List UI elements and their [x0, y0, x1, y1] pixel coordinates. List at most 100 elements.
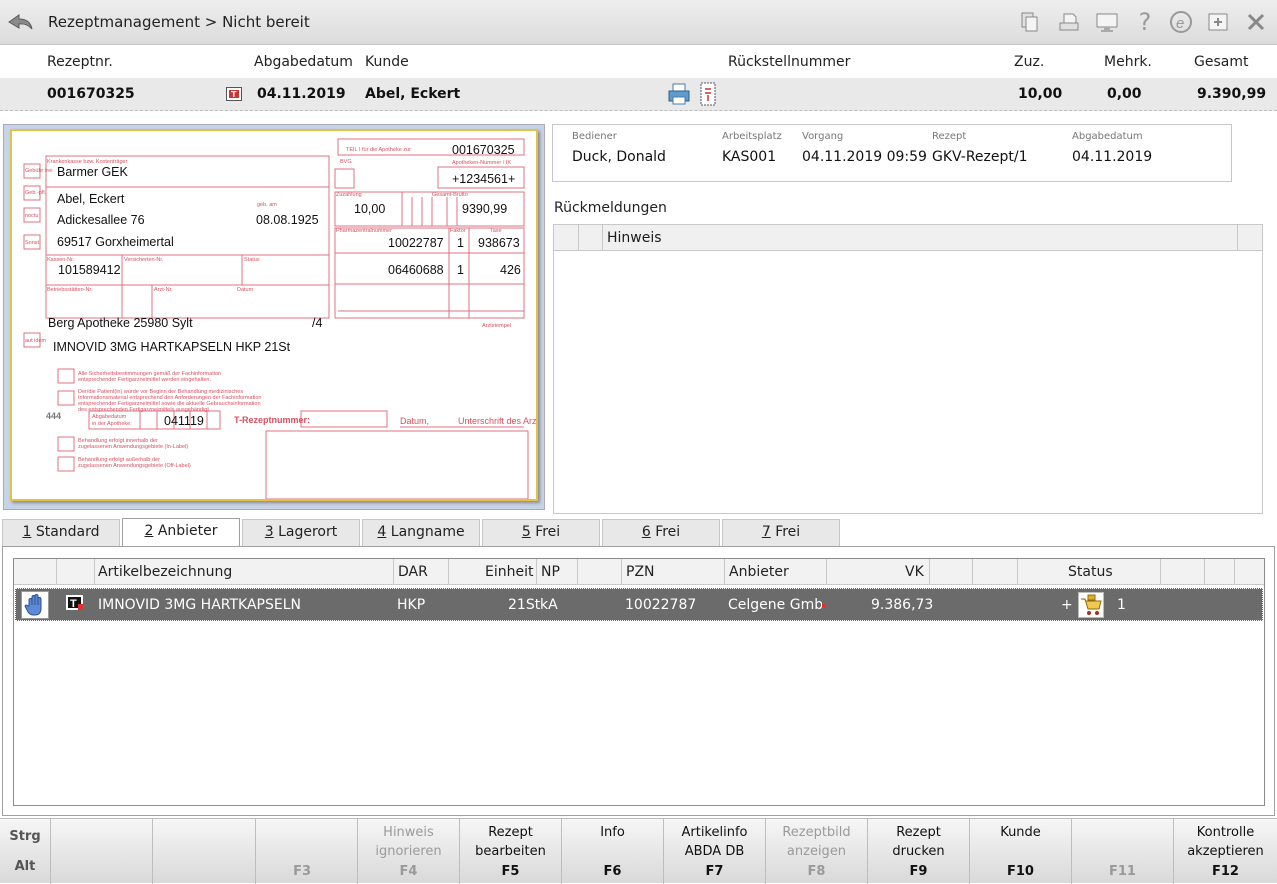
tab-frei-7[interactable]: 7 Frei: [722, 519, 840, 546]
value-abgabedatum: 04.11.2019: [257, 86, 346, 102]
fkey-f3[interactable]: F3: [255, 819, 357, 884]
function-key-bar: Strg Alt F3 Hinweis ignorieren F4 Rezept be…: [0, 818, 1277, 884]
column-pzn[interactable]: PZN: [626, 564, 655, 580]
label-rezept: Rezept: [932, 131, 967, 142]
hand-stop-icon[interactable]: [21, 591, 49, 619]
kunde-button[interactable]: Kunde F10: [969, 819, 1071, 884]
printer-status-icon[interactable]: [668, 82, 690, 110]
svg-text:aut idem: aut idem: [25, 338, 47, 344]
svg-text:noctu: noctu: [25, 213, 38, 219]
value-rezept: GKV-Rezept/1: [932, 149, 1028, 165]
tab-anbieter[interactable]: 2 Anbieter: [122, 518, 240, 547]
cell-artikelbezeichnung: IMNOVID 3MG HARTKAPSELN: [98, 597, 301, 613]
back-arrow-icon[interactable]: [6, 10, 34, 34]
prescription-scan: TEIL I für die Apotheke zur Krankenkasse…: [10, 129, 538, 501]
svg-text:+1234561+: +1234561+: [452, 172, 515, 186]
column-np[interactable]: NP: [541, 564, 560, 580]
fkey-f11[interactable]: F11: [1071, 819, 1173, 884]
column-vk[interactable]: VK: [905, 564, 924, 580]
tab-panel-anbieter: Artikelbezeichnung DAR Einheit NP PZN An…: [2, 546, 1275, 816]
label-vorgang: Vorgang: [802, 131, 844, 142]
kontrolle-akzeptieren-button[interactable]: Kontrolle akzeptieren F12: [1173, 819, 1277, 884]
cell-pzn: 10022787: [625, 597, 697, 613]
value-zuz: 10,00: [1018, 86, 1063, 102]
svg-text:entsprechender Fertigarzneimit: entsprechender Fertigarzneimittel werden…: [78, 377, 211, 383]
t-rezept-icon: T: [226, 87, 242, 101]
svg-text:06460688: 06460688: [388, 263, 444, 277]
svg-text:Adickesallee 76: Adickesallee 76: [57, 213, 145, 227]
copy-icon[interactable]: [1018, 10, 1042, 34]
svg-text:Arzt-Nr.: Arzt-Nr.: [154, 287, 173, 293]
value-gesamt: 9.390,99: [1197, 86, 1267, 102]
svg-text:Berg Apotheke 25980 Sylt: Berg Apotheke 25980 Sylt: [48, 316, 193, 330]
value-rezeptnr: 001670325: [47, 86, 135, 102]
tab-frei-5[interactable]: 5 Frei: [482, 519, 600, 546]
column-einheit[interactable]: Einheit: [485, 564, 533, 580]
column-hinweis[interactable]: Hinweis: [607, 230, 662, 246]
svg-text:IMNOVID 3MG HARTKAPSELN HKP 21: IMNOVID 3MG HARTKAPSELN HKP 21St: [53, 340, 291, 354]
print-icon[interactable]: [1057, 10, 1081, 34]
page-title: Rezeptmanagement > Nicht bereit: [48, 13, 310, 31]
cell-anbieter: Celgene Gmbl: [728, 597, 824, 613]
value-arbeitsplatz: KAS001: [722, 149, 777, 165]
label-rueckstellnummer: Rückstellnummer: [728, 54, 851, 70]
svg-text:041119: 041119: [164, 414, 204, 428]
tab-lagerort[interactable]: 3 Lagerort: [242, 519, 360, 546]
prescription-image-panel[interactable]: TEIL I für die Apotheke zur Krankenkasse…: [3, 124, 545, 510]
column-status[interactable]: Status: [1068, 564, 1113, 580]
tab-standard[interactable]: 1 Standard: [2, 519, 120, 546]
truncation-marker: [822, 603, 825, 608]
fkey-f2[interactable]: [152, 819, 255, 884]
table-row[interactable]: T IMNOVID 3MG HARTKAPSELN HKP 21St kA 10…: [15, 588, 1263, 621]
value-kunde[interactable]: Abel, Eckert: [365, 86, 460, 102]
svg-text:Geb.-pfl.: Geb.-pfl.: [25, 190, 47, 196]
alt-label: Alt: [14, 859, 36, 874]
shopping-cart-icon[interactable]: [1078, 592, 1104, 618]
label-bediener: Bediener: [572, 131, 617, 142]
tab-frei-6[interactable]: 6 Frei: [602, 519, 720, 546]
rezept-drucken-button[interactable]: Rezept drucken F9: [867, 819, 969, 884]
tab-langname[interactable]: 4 Langname: [362, 519, 480, 546]
label-rezeptnr: Rezeptnr.: [47, 54, 113, 70]
close-icon[interactable]: [1244, 10, 1268, 34]
label-gesamt: Gesamt: [1194, 54, 1249, 70]
svg-text:BVG: BVG: [340, 159, 352, 165]
artikelinfo-abda-button[interactable]: Artikelinfo ABDA DB F7: [663, 819, 765, 884]
monitor-icon[interactable]: [1095, 10, 1119, 34]
svg-text:1: 1: [457, 236, 464, 250]
document-stamp-icon[interactable]: [698, 81, 718, 111]
hinweis-ignorieren-button[interactable]: Hinweis ignorieren F4: [357, 819, 459, 884]
svg-text:zugelassenen Anwendungsgebiete: zugelassenen Anwendungsgebiete (Off-Labe…: [78, 463, 191, 469]
e-browser-icon[interactable]: e: [1169, 10, 1193, 34]
svg-text:geb. am: geb. am: [257, 202, 277, 208]
column-anbieter[interactable]: Anbieter: [729, 564, 789, 580]
column-artikelbezeichnung[interactable]: Artikelbezeichnung: [98, 564, 232, 580]
svg-text:101589412: 101589412: [58, 263, 121, 277]
article-grid[interactable]: Artikelbezeichnung DAR Einheit NP PZN An…: [13, 558, 1265, 806]
rezept-bearbeiten-button[interactable]: Rezept bearbeiten F5: [459, 819, 561, 884]
help-icon[interactable]: ?: [1133, 10, 1157, 34]
cell-vk: 9.386,73: [871, 597, 934, 613]
label-zuz: Zuz.: [1014, 54, 1045, 70]
header-values-row: 001670325 T 04.11.2019 Abel, Eckert 10,0…: [0, 78, 1277, 111]
t-rezept-icon: T: [66, 595, 84, 611]
svg-text:zugelassenen Anwendungsgebiete: zugelassenen Anwendungsgebiete (In-Label…: [78, 444, 188, 450]
info-button[interactable]: Info F6: [561, 819, 663, 884]
svg-text:Faktor: Faktor: [450, 228, 466, 234]
svg-text:69517 Gorxheimertal: 69517 Gorxheimertal: [57, 235, 174, 249]
cell-einheit: 21St: [508, 597, 541, 613]
window-switch-icon[interactable]: [1206, 10, 1230, 34]
article-grid-header: Artikelbezeichnung DAR Einheit NP PZN An…: [14, 559, 1264, 585]
rueckmeldungen-grid[interactable]: Hinweis: [553, 224, 1263, 514]
rezeptbild-anzeigen-button[interactable]: Rezeptbild anzeigen F8: [765, 819, 867, 884]
prescription-details-box: Bediener Arbeitsplatz Vorgang Rezept Abg…: [552, 124, 1232, 182]
cell-plus: +: [1061, 597, 1073, 613]
title-bar: Rezeptmanagement > Nicht bereit ? e: [0, 0, 1277, 45]
svg-text:Sonst.: Sonst.: [25, 240, 41, 246]
svg-text:08.08.1925: 08.08.1925: [256, 213, 319, 227]
svg-text:Arztstempel: Arztstempel: [482, 323, 511, 329]
column-dar[interactable]: DAR: [398, 564, 428, 580]
svg-text:Gebühr frei: Gebühr frei: [25, 168, 53, 174]
fkey-f1[interactable]: [50, 819, 152, 884]
svg-text:938673: 938673: [478, 236, 520, 250]
